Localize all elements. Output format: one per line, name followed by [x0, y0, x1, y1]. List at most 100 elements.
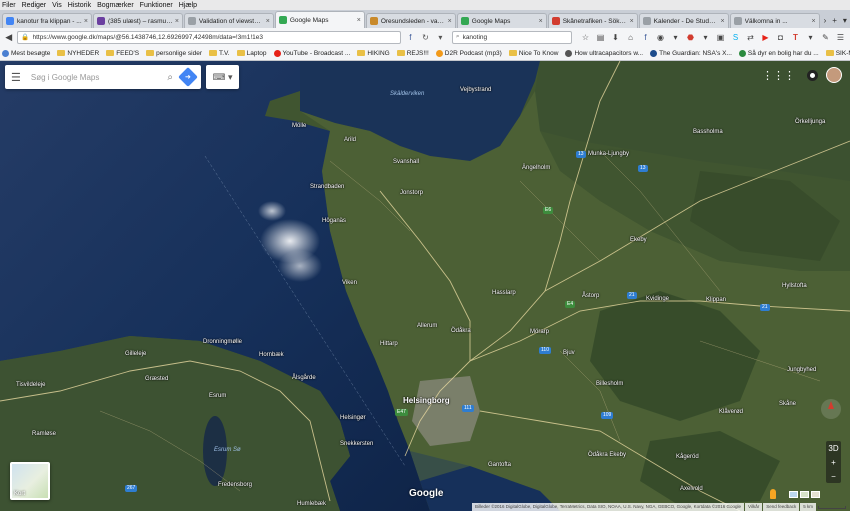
- skype-icon[interactable]: S: [729, 31, 742, 44]
- place-label[interactable]: Tisvildeleje: [16, 382, 45, 388]
- close-tab-icon[interactable]: ×: [539, 18, 543, 25]
- maps-search-box[interactable]: ☰ Søg i Google Maps ⌕ ➜: [5, 65, 201, 89]
- addon-icon[interactable]: ▾: [669, 31, 682, 44]
- imagery-thumbnails[interactable]: [787, 491, 820, 498]
- bookmark-item[interactable]: D2R Podcast (mp3): [435, 49, 502, 57]
- facebook-icon[interactable]: f: [639, 31, 652, 44]
- close-tab-icon[interactable]: ×: [448, 18, 452, 25]
- place-label[interactable]: Bjuv: [563, 350, 575, 356]
- place-label[interactable]: Arild: [344, 137, 356, 143]
- layer-thumbnail[interactable]: [800, 491, 809, 498]
- close-tab-icon[interactable]: ×: [266, 18, 270, 25]
- text-icon[interactable]: T: [789, 31, 802, 44]
- place-label[interactable]: Ödåkra Ekeby: [588, 452, 626, 458]
- place-label[interactable]: Bassholma: [693, 129, 723, 135]
- adblock-icon[interactable]: ⬣: [684, 31, 697, 44]
- place-label[interactable]: Ramløse: [32, 431, 56, 437]
- place-label[interactable]: Ödåkra: [451, 328, 471, 334]
- zoom-in-button[interactable]: +: [831, 455, 836, 469]
- place-label[interactable]: Mörarp: [530, 329, 549, 335]
- terms-link[interactable]: Vilkår: [745, 503, 763, 511]
- menu-item[interactable]: Bogmærker: [97, 2, 134, 9]
- menu-icon[interactable]: ☰: [834, 31, 847, 44]
- directions-icon[interactable]: ➜: [178, 67, 198, 87]
- place-label[interactable]: Hyllstofta: [782, 283, 807, 289]
- star-icon[interactable]: ☆: [579, 31, 592, 44]
- layer-thumbnail[interactable]: [789, 491, 798, 498]
- clipboard-icon[interactable]: ▤: [594, 31, 607, 44]
- maps-search-input[interactable]: Søg i Google Maps: [31, 73, 168, 82]
- bookmark-item[interactable]: YouTube - Broadcast ...: [273, 49, 350, 57]
- youtube-icon[interactable]: ▶: [759, 31, 772, 44]
- layer-thumbnail[interactable]: [811, 491, 820, 498]
- close-tab-icon[interactable]: ×: [630, 18, 634, 25]
- place-label[interactable]: Fredensborg: [218, 482, 252, 488]
- place-label[interactable]: Helsingør: [340, 415, 366, 421]
- bookmark-item[interactable]: HIKING: [357, 50, 390, 57]
- browser-tab[interactable]: Kalender - De Studerende...×: [638, 13, 729, 28]
- bookmark-item[interactable]: FEED'S: [106, 50, 139, 57]
- browser-tab[interactable]: Google Maps ×: [274, 11, 365, 28]
- download-icon[interactable]: ⬇: [609, 31, 622, 44]
- avatar[interactable]: [826, 67, 842, 83]
- facebook-icon[interactable]: f: [405, 32, 416, 43]
- menu-item[interactable]: Vis: [52, 2, 62, 9]
- map-type-toggle[interactable]: Kort: [10, 462, 50, 500]
- place-label[interactable]: Klippan: [706, 297, 726, 303]
- pocket-icon[interactable]: ▾: [699, 31, 712, 44]
- close-tab-icon[interactable]: ×: [811, 18, 815, 25]
- close-tab-icon[interactable]: ×: [84, 18, 88, 25]
- hamburger-menu-icon[interactable]: ☰: [11, 71, 21, 84]
- browser-tab[interactable]: Öresundsleden - van... ×: [365, 13, 456, 28]
- place-label[interactable]: Viken: [342, 280, 357, 286]
- place-label[interactable]: Höganäs: [322, 218, 346, 224]
- bookmark-item[interactable]: Mest besøgte: [2, 49, 50, 57]
- menu-item[interactable]: Funktioner: [140, 2, 173, 9]
- send-feedback-link[interactable]: Send feedback: [763, 503, 800, 511]
- place-label[interactable]: Axelvold: [680, 486, 703, 492]
- compass-icon[interactable]: [821, 399, 841, 419]
- place-label[interactable]: Munka-Ljungby: [588, 151, 629, 157]
- translate-icon[interactable]: ⇄: [744, 31, 757, 44]
- new-tab-icon[interactable]: +: [832, 16, 837, 25]
- place-label[interactable]: Kågeröd: [676, 454, 699, 460]
- place-label[interactable]: Jonstorp: [400, 190, 423, 196]
- browser-tab[interactable]: Google Maps ×: [456, 13, 547, 28]
- dropdown-icon[interactable]: ▾: [804, 31, 817, 44]
- place-label[interactable]: Allerum: [417, 323, 437, 329]
- chevron-right-icon[interactable]: ›: [824, 16, 827, 25]
- back-icon[interactable]: ◀: [2, 30, 15, 44]
- bookmark-item[interactable]: Laptop: [236, 50, 267, 57]
- menu-item[interactable]: Filer: [2, 2, 16, 9]
- place-label[interactable]: Ängelholm: [522, 165, 550, 171]
- dropdown-icon[interactable]: ▾: [435, 32, 446, 43]
- browser-tab[interactable]: Välkomna in ... ×: [729, 13, 820, 28]
- pegman-icon[interactable]: [770, 489, 776, 499]
- place-label[interactable]: Strandbaden: [310, 184, 344, 190]
- bookmark-item[interactable]: personlige sider: [146, 50, 202, 57]
- menu-item[interactable]: Rediger: [22, 2, 47, 9]
- place-label[interactable]: Ålsgårde: [292, 375, 316, 381]
- place-label[interactable]: Örkelljunga: [795, 119, 825, 125]
- bookmark-item[interactable]: T.V.: [209, 50, 230, 57]
- menu-item[interactable]: Historik: [68, 2, 91, 9]
- place-label[interactable]: Esrum: [209, 393, 226, 399]
- close-tab-icon[interactable]: ×: [357, 17, 361, 24]
- reload-icon[interactable]: ↻: [420, 32, 431, 43]
- bookmark-item[interactable]: NYHEDER: [57, 50, 99, 57]
- place-label[interactable]: Ekeby: [630, 237, 647, 243]
- bookmark-item[interactable]: REJS!!!: [396, 50, 429, 57]
- place-label[interactable]: Gantofta: [488, 462, 511, 468]
- map-canvas[interactable]: Vejbystrand Mölle Arild Svanshall Ängelholm M…: [0, 61, 850, 511]
- place-label[interactable]: Helsingborg: [403, 396, 450, 405]
- bookmark-item[interactable]: The Guardian: NSA's X...: [650, 49, 732, 57]
- browser-tab[interactable]: kanotur fra klippan - ... ×: [2, 13, 92, 28]
- menu-item[interactable]: Hjælp: [179, 2, 197, 9]
- place-label[interactable]: Græsted: [145, 376, 168, 382]
- bookmark-item[interactable]: Så dyr en bolig har du ...: [738, 49, 819, 57]
- browser-tab[interactable]: (385 ulæst) – rasmus... ×: [92, 13, 183, 28]
- place-label[interactable]: Hornbæk: [259, 352, 284, 358]
- place-label[interactable]: Jungbyhed: [787, 367, 816, 373]
- chat-icon[interactable]: ◉: [654, 31, 667, 44]
- place-label[interactable]: Billesholm: [596, 381, 623, 387]
